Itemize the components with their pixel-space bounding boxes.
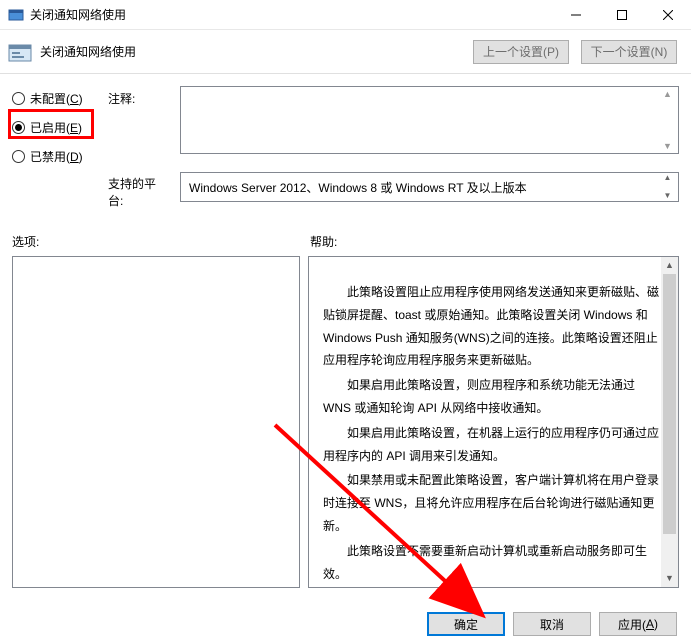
platform-field: Windows Server 2012、Windows 8 或 Windows … (180, 172, 679, 202)
options-panel (12, 256, 300, 588)
comment-label: 注释: (108, 90, 170, 107)
comment-textarea[interactable]: ▲▼ (180, 86, 679, 154)
window-title: 关闭通知网络使用 (30, 6, 553, 23)
prev-setting-button[interactable]: 上一个设置(P) (473, 40, 569, 64)
policy-header: 关闭通知网络使用 上一个设置(P) 下一个设置(N) (0, 30, 691, 74)
radio-circle-icon (12, 150, 25, 163)
radio-circle-icon (12, 92, 25, 105)
app-icon (8, 7, 24, 23)
cancel-button[interactable]: 取消 (513, 612, 591, 636)
maximize-button[interactable] (599, 0, 645, 29)
policy-title: 关闭通知网络使用 (40, 43, 473, 60)
ok-button[interactable]: 确定 (427, 612, 505, 636)
state-radio-group: 未配置(C) 已启用(E) 已禁用(D) (12, 86, 98, 209)
scrollbar-thumb[interactable] (663, 274, 676, 534)
radio-circle-icon (12, 121, 25, 134)
help-text: 此策略设置不需要重新启动计算机或重新启动服务即可生效。 (323, 540, 664, 586)
help-text: 此策略设置阻止应用程序使用网络发送通知来更新磁贴、磁贴锁屏提醒、toast 或原… (323, 281, 664, 372)
titlebar: 关闭通知网络使用 (0, 0, 691, 30)
apply-button[interactable]: 应用(A) (599, 612, 677, 636)
help-label: 帮助: (310, 233, 337, 250)
scrollbar[interactable]: ▲▼ (659, 89, 676, 151)
close-button[interactable] (645, 0, 691, 29)
help-text: 如果禁用或未配置此策略设置，客户端计算机将在用户登录时连接至 WNS，且将允许应… (323, 469, 664, 537)
policy-icon (8, 41, 32, 63)
radio-enabled[interactable]: 已启用(E) (12, 119, 98, 136)
dialog-buttons: 确定 取消 应用(A) (427, 612, 677, 636)
scrollbar[interactable]: ▲▼ (659, 174, 676, 200)
radio-disabled[interactable]: 已禁用(D) (12, 148, 98, 165)
minimize-button[interactable] (553, 0, 599, 29)
help-text: 如果启用此策略设置，在机器上运行的应用程序仍可通过应用程序内的 API 调用来引… (323, 422, 664, 468)
help-text: 如果启用此策略设置，则应用程序和系统功能无法通过 WNS 或通知轮询 API 从… (323, 374, 664, 420)
platform-text: Windows Server 2012、Windows 8 或 Windows … (189, 179, 527, 196)
help-panel: 此策略设置阻止应用程序使用网络发送通知来更新磁贴、磁贴锁屏提醒、toast 或原… (308, 256, 679, 588)
scrollbar[interactable]: ▲ ▼ (661, 257, 678, 587)
options-label: 选项: (12, 233, 310, 250)
next-setting-button[interactable]: 下一个设置(N) (581, 40, 677, 64)
platform-label: 支持的平台: (108, 175, 170, 209)
radio-not-configured[interactable]: 未配置(C) (12, 90, 98, 107)
